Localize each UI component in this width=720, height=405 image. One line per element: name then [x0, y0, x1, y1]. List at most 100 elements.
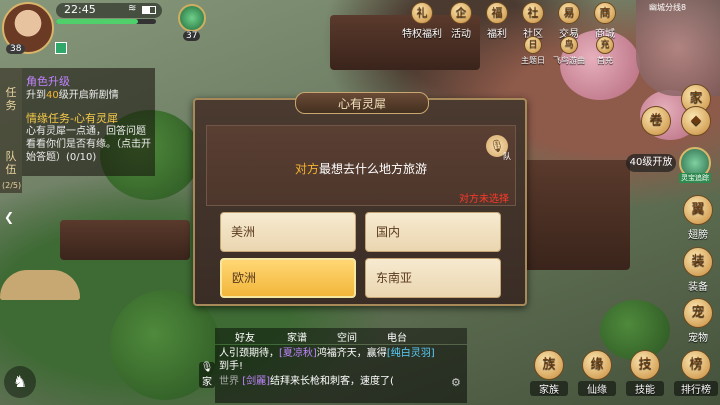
bottom-btn-family[interactable]: 族 家族	[530, 350, 568, 396]
wifi-icon: ≋	[128, 3, 137, 14]
quest-desc-before: 升到	[26, 90, 46, 101]
chat-tab-family[interactable]: 家谱	[287, 329, 307, 344]
side-tabs: 任务 队伍	[0, 68, 22, 193]
option-domestic[interactable]: 国内	[365, 212, 501, 252]
option-southeast-asia[interactable]: 东南亚	[365, 258, 501, 298]
grid-icon: ◆	[681, 106, 711, 136]
side-btn-label: 宠物	[688, 333, 708, 344]
menu-theme-day[interactable]: 日 主题日	[516, 36, 550, 66]
player-level: 38	[6, 44, 26, 54]
treasure-tracker-tag: 灵宝追踪	[679, 173, 711, 183]
chat-line: 人引颈期待，[夏凉秋]鸿福齐天，赢得[纯白灵羽]	[219, 347, 463, 360]
menu-privilege-welfare[interactable]: 礼 特权福利	[400, 2, 444, 40]
dialog-title-plate: 心有灵犀	[295, 92, 429, 114]
pet-icon: 宠	[683, 298, 713, 328]
bottom-btn-label: 家族	[530, 381, 568, 396]
bottom-btn-skill[interactable]: 技 技能	[626, 350, 664, 396]
side-btn-equip[interactable]: 装 装备	[680, 247, 716, 293]
buff-icon[interactable]	[55, 42, 67, 54]
menu-welfare[interactable]: 福 福利	[480, 2, 514, 40]
fate-icon: 缘	[582, 350, 612, 380]
menu-shop[interactable]: 商 商城	[588, 2, 622, 40]
equip-icon: 装	[683, 247, 713, 277]
gift-icon: 礼	[411, 2, 433, 24]
coin-icon: 易	[558, 2, 580, 24]
hp-fill	[56, 19, 138, 24]
status-strip: 22:45 ≋	[56, 3, 162, 18]
opponent-status: 对方未选择	[459, 194, 509, 205]
chat-player-name[interactable]: [剑麗]	[242, 376, 270, 387]
battery-icon	[142, 6, 156, 14]
chat-area[interactable]: 人引颈期待，[夏凉秋]鸿福齐天，赢得[纯白灵羽] 到手! 世界 [剑麗]结拜来长…	[215, 345, 467, 403]
chat-line: 到手!	[219, 360, 463, 373]
minimap-label: 幽城分线8	[649, 3, 687, 12]
menu-label: 主题日	[521, 56, 545, 65]
pet-avatar[interactable]	[178, 4, 206, 32]
side-btn-pet[interactable]: 宠 宠物	[680, 298, 716, 344]
chat-tab-space[interactable]: 空间	[337, 329, 357, 344]
collapse-arrow-icon[interactable]: ❮	[4, 210, 18, 224]
quest-desc-after: 级开启新剧情	[58, 90, 119, 101]
voice-chat-icon[interactable]: 🎙 家	[199, 362, 215, 388]
scroll-icon: 卷	[641, 106, 671, 136]
rank-icon: 榜	[681, 350, 711, 380]
calendar-icon: 日	[524, 36, 542, 54]
shop-icon: 商	[594, 2, 616, 24]
menu-trade[interactable]: 易 交易	[552, 2, 586, 40]
mount-icon[interactable]: ♞	[4, 366, 36, 398]
bird-icon: 鸟	[560, 36, 578, 54]
menu-label: 飞鸟游曲	[553, 56, 585, 65]
question-box: 对方最想去什么地方旅游 🎙 队 对方未选择	[206, 125, 516, 206]
bag-icon: 福	[486, 2, 508, 24]
bottom-btn-label: 排行榜	[674, 381, 718, 396]
quest-desc-levelup: 升到40级开启新剧情	[26, 89, 152, 102]
quest-desc-level: 40	[46, 90, 59, 101]
chat-text: 鸿福齐天，赢得	[316, 348, 387, 359]
menu-label: 特权福利	[402, 29, 442, 40]
unlock-badge: 40级开放	[626, 154, 676, 172]
side-btn-grid[interactable]: 卷	[638, 106, 674, 137]
bridge-structure	[60, 220, 190, 260]
side-btn-menu[interactable]: ◆	[678, 106, 714, 137]
option-americas[interactable]: 美洲	[220, 212, 356, 252]
menu-label: 首充	[597, 56, 613, 65]
tab-tasks[interactable]: 任务	[3, 86, 19, 112]
menu-bird-song[interactable]: 鸟 飞鸟游曲	[552, 36, 586, 66]
question-text: 对方最想去什么地方旅游	[207, 160, 515, 177]
umbrella-stall	[0, 270, 80, 300]
menu-first-recharge[interactable]: 充 首充	[588, 36, 622, 66]
quest-title-romance[interactable]: 情缘任务-心有灵犀	[26, 110, 118, 126]
family-icon: 族	[534, 350, 564, 380]
menu-community[interactable]: 社 社区	[516, 2, 550, 40]
chat-player-name[interactable]: [夏凉秋]	[279, 348, 317, 359]
chat-settings-icon[interactable]: ⚙	[451, 376, 461, 389]
pet-level: 37	[183, 31, 201, 41]
penguin-icon: 企	[450, 2, 472, 24]
quest-panel[interactable]: 角色升级 升到40级开启新剧情 情缘任务-心有灵犀 心有灵犀一点通，回答问题看看…	[22, 68, 155, 176]
quest-desc-romance: 心有灵犀一点通，回答问题看看你们是否有缘。（点击开始答题）(0/10)	[26, 126, 151, 163]
chat-tab-friends[interactable]: 好友	[235, 329, 255, 344]
dialog-title: 心有灵犀	[337, 97, 386, 111]
bottom-btn-label: 仙缘	[578, 381, 616, 396]
menu-activity[interactable]: 企 活动	[444, 2, 478, 40]
hp-bar	[56, 19, 156, 24]
side-btn-wings[interactable]: 翼 翅膀	[680, 195, 716, 241]
chat-item-name[interactable]: [纯白灵羽]	[387, 348, 435, 359]
bottom-btn-fate[interactable]: 缘 仙缘	[578, 350, 616, 396]
quest-title-levelup[interactable]: 角色升级	[26, 73, 70, 89]
menu-label: 福利	[487, 29, 507, 40]
option-europe[interactable]: 欧洲	[220, 258, 356, 298]
chat-tabs: 好友 家谱 空间 电台	[215, 328, 467, 344]
chat-text: 结拜来长枪和刺客，速度了(	[270, 376, 394, 387]
chat-text: 人引颈期待，	[219, 348, 279, 359]
skill-icon: 技	[630, 350, 660, 380]
chat-channel: 世界	[219, 376, 239, 387]
menu-label: 活动	[451, 29, 471, 40]
minimap[interactable]	[636, 0, 720, 96]
bottom-btn-ranking[interactable]: 榜 排行榜	[674, 350, 718, 396]
chat-tab-radio[interactable]: 电台	[387, 329, 407, 344]
question-highlight: 对方	[294, 162, 319, 176]
voice-label: 家	[202, 377, 212, 388]
tab-team[interactable]: 队伍	[3, 150, 19, 176]
team-count: (2/5)	[2, 181, 22, 190]
